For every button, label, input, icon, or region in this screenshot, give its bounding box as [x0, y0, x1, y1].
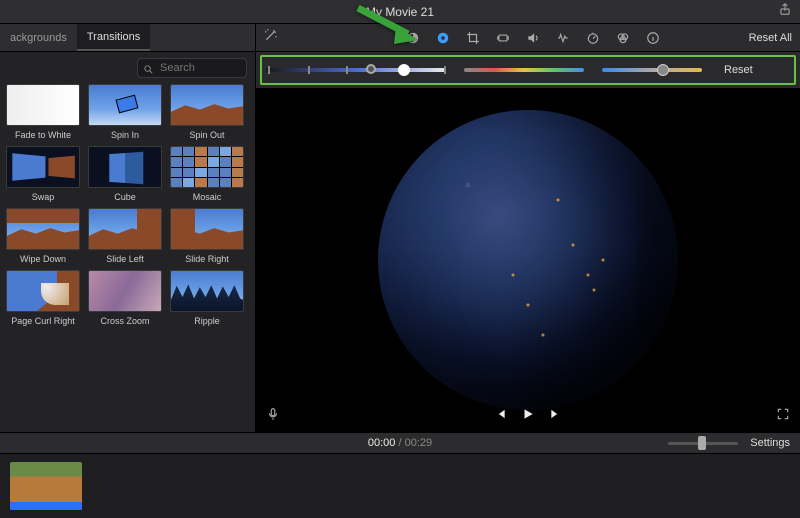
transition-label: Page Curl Right	[11, 312, 75, 326]
tab-backgrounds[interactable]: ackgrounds	[0, 24, 77, 51]
crop-icon[interactable]	[465, 30, 481, 46]
transitions-grid: Fade to White Spin In Spin Out Swap Cube…	[0, 84, 255, 432]
info-icon[interactable]	[645, 30, 661, 46]
color-correction-icon[interactable]	[435, 30, 451, 46]
adjustment-icons	[405, 30, 661, 46]
transition-label: Cube	[114, 188, 136, 202]
zoom-slider[interactable]	[668, 436, 738, 450]
browser-sidebar: ackgrounds Transitions Fade to White Spi…	[0, 24, 256, 432]
current-time: 00:00	[368, 437, 396, 449]
transition-item[interactable]: Slide Right	[170, 208, 244, 264]
noise-reduction-icon[interactable]	[555, 30, 571, 46]
transition-label: Spin Out	[189, 126, 224, 140]
video-clip[interactable]	[10, 462, 82, 510]
tab-transitions[interactable]: Transitions	[77, 24, 150, 51]
color-balance-icon[interactable]	[405, 30, 421, 46]
transition-label: Fade to White	[15, 126, 71, 140]
titlebar: My Movie 21	[0, 0, 800, 24]
transition-label: Slide Left	[106, 250, 144, 264]
transition-item[interactable]: Cross Zoom	[88, 270, 162, 326]
transition-item[interactable]: Mosaic	[170, 146, 244, 202]
next-frame-button[interactable]	[549, 407, 563, 426]
fullscreen-button[interactable]	[776, 407, 790, 426]
timecode: 00:00 / 00:29	[368, 437, 432, 449]
preview-toolbar: Reset All	[256, 24, 800, 52]
video-viewer	[256, 88, 800, 432]
transition-label: Mosaic	[193, 188, 222, 202]
reset-all-button[interactable]: Reset All	[749, 32, 792, 44]
preview-panel: Reset All	[256, 24, 800, 432]
transition-item[interactable]: Swap	[6, 146, 80, 202]
volume-icon[interactable]	[525, 30, 541, 46]
exposure-slider[interactable]	[266, 63, 446, 77]
timeline-panel: 00:00 / 00:29 Settings	[0, 432, 800, 518]
playback-controls	[493, 407, 563, 426]
transition-item[interactable]: Ripple	[170, 270, 244, 326]
magic-wand-icon[interactable]	[264, 28, 278, 47]
transition-item[interactable]: Page Curl Right	[6, 270, 80, 326]
transition-label: Slide Right	[185, 250, 229, 264]
share-button[interactable]	[778, 2, 792, 21]
total-time: 00:29	[405, 437, 433, 449]
search-icon	[143, 62, 154, 80]
timeline-track[interactable]	[0, 454, 800, 518]
temperature-slider[interactable]	[602, 63, 702, 77]
transition-item[interactable]: Spin Out	[170, 84, 244, 140]
transition-item[interactable]: Cube	[88, 146, 162, 202]
transition-label: Cross Zoom	[100, 312, 149, 326]
transition-item[interactable]: Spin In	[88, 84, 162, 140]
search-input[interactable]	[137, 58, 247, 78]
transition-item[interactable]: Wipe Down	[6, 208, 80, 264]
speed-icon[interactable]	[585, 30, 601, 46]
transition-label: Wipe Down	[20, 250, 66, 264]
transition-label: Ripple	[194, 312, 220, 326]
preview-frame	[378, 110, 678, 410]
reset-button[interactable]: Reset	[724, 64, 753, 76]
transition-label: Spin In	[111, 126, 139, 140]
transition-item[interactable]: Fade to White	[6, 84, 80, 140]
filter-icon[interactable]	[615, 30, 631, 46]
transition-label: Swap	[32, 188, 55, 202]
settings-button[interactable]: Settings	[750, 437, 790, 449]
browser-tabs: ackgrounds Transitions	[0, 24, 255, 52]
prev-frame-button[interactable]	[493, 407, 507, 426]
play-button[interactable]	[521, 407, 535, 426]
color-adjustment-row: Reset	[256, 52, 800, 88]
timeline-toolbar: 00:00 / 00:29 Settings	[0, 432, 800, 454]
transition-item[interactable]: Slide Left	[88, 208, 162, 264]
project-title: My Movie 21	[366, 5, 434, 19]
voiceover-button[interactable]	[266, 407, 280, 426]
stabilize-icon[interactable]	[495, 30, 511, 46]
saturation-slider[interactable]	[464, 63, 584, 77]
clip-audio-bar	[10, 502, 82, 510]
